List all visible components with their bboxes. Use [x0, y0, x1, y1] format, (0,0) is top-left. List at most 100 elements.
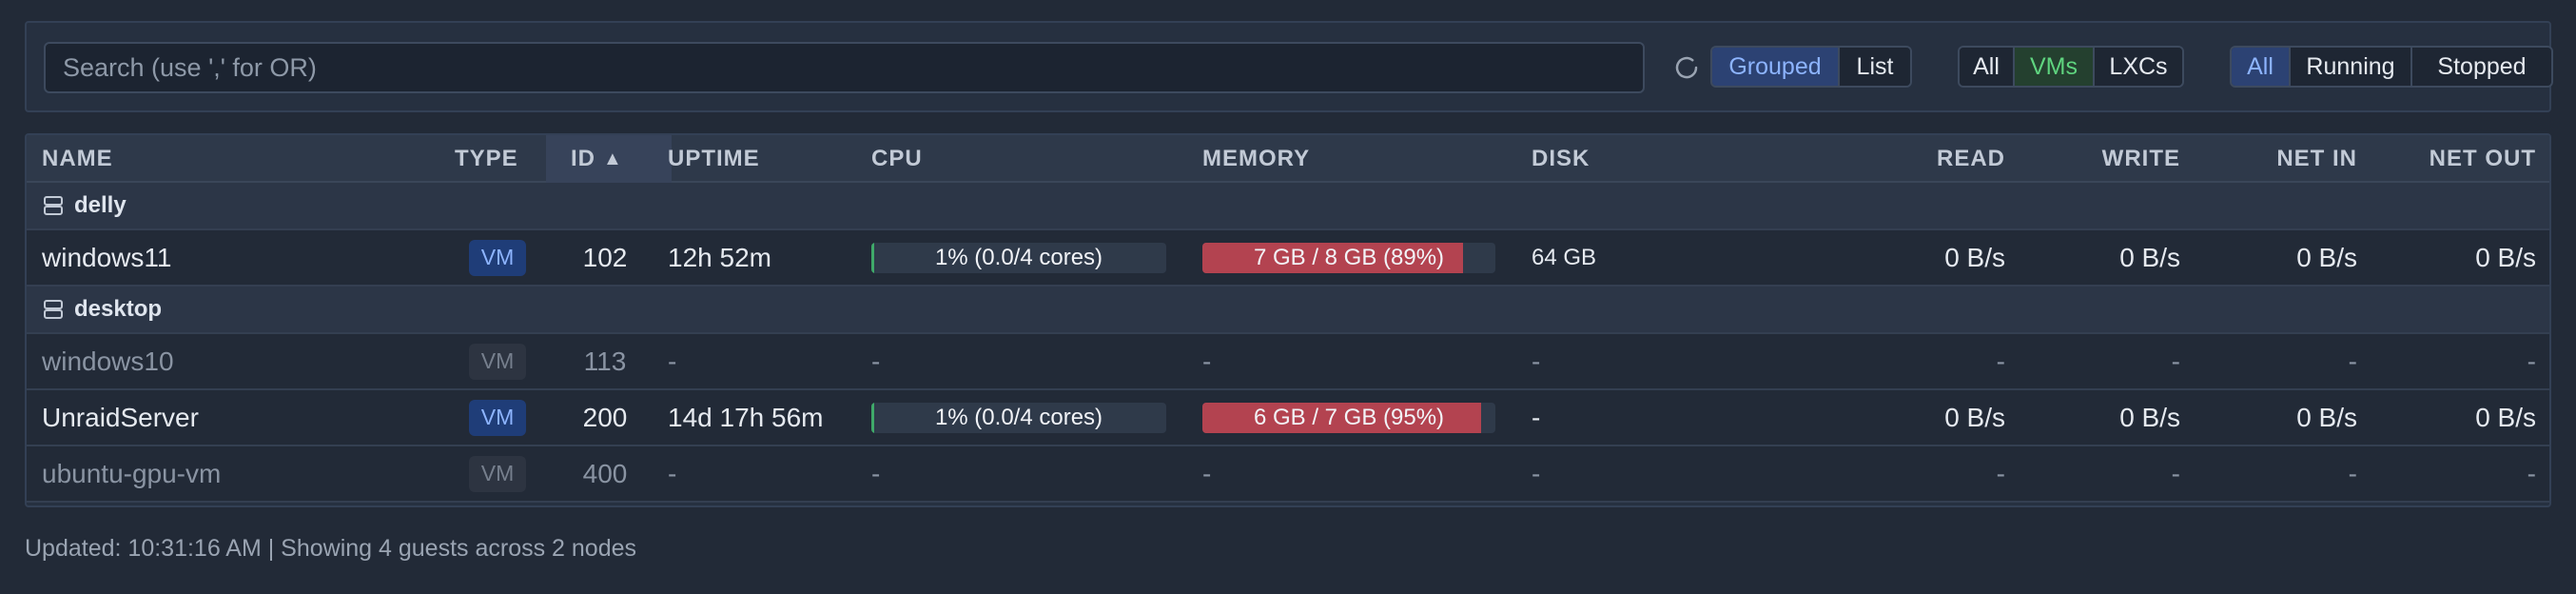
table-row[interactable]: windows11 VM 102 12h 52m 1% (0.0/4 cores) 7 G… — [27, 230, 2549, 287]
type-filter-toggle: All VMs LXCs — [1958, 46, 2184, 88]
status-running-button[interactable]: Running — [2291, 48, 2412, 86]
cpu-usage-bar: 1% (0.0/4 cores) — [871, 402, 1166, 433]
disk-usage: 64 GB — [1532, 244, 1597, 270]
guest-type: VM — [455, 230, 540, 285]
guest-uptime: 14d 17h 56m — [668, 402, 824, 432]
disk-write: - — [2171, 346, 2180, 376]
cpu-usage-label: 1% (0.0/4 cores) — [934, 244, 1103, 270]
col-type-header[interactable]: TYPE — [455, 135, 518, 183]
type-badge: VM — [469, 343, 526, 380]
type-vms-button[interactable]: VMs — [2015, 48, 2095, 86]
col-disk-header[interactable]: DISK — [1532, 135, 1590, 183]
guest-uptime: 12h 52m — [668, 242, 771, 272]
server-icon — [44, 196, 63, 215]
disk-usage: - — [1532, 402, 1541, 432]
sort-ascending-icon: ▲ — [603, 148, 623, 169]
guests-table: NAME TYPE ID ▲ UPTIME CPU MEMORY DISK RE… — [25, 133, 2551, 507]
server-icon — [44, 300, 63, 319]
disk-write: - — [2171, 458, 2180, 488]
disk-write: 0 B/s — [2119, 242, 2180, 272]
guests-dashboard: Grouped List All VMs LXCs All Running St… — [0, 0, 2576, 594]
guest-name: UnraidServer — [42, 402, 199, 432]
status-filter-toggle: All Running Stopped — [2230, 46, 2553, 88]
guest-id: 102 — [582, 242, 628, 272]
view-list-button[interactable]: List — [1840, 48, 1910, 86]
table-row[interactable]: ubuntu-gpu-vm VM 400 - - - - - - - - — [27, 446, 2549, 503]
refresh-icon — [1675, 56, 1698, 79]
node-group-row[interactable]: delly — [27, 183, 2549, 230]
status-footer: Updated: 10:31:16 AM | Showing 4 guests … — [25, 535, 637, 562]
node-name: delly — [74, 192, 127, 218]
net-out: 0 B/s — [2475, 402, 2536, 432]
net-in: - — [2348, 346, 2357, 376]
net-in: 0 B/s — [2296, 242, 2357, 272]
col-write-header[interactable]: WRITE — [2015, 135, 2180, 183]
memory-usage: 7 GB / 8 GB (89%) — [1202, 230, 1503, 285]
cpu-usage: 1% (0.0/4 cores) — [871, 390, 1174, 445]
refresh-button[interactable] — [1670, 51, 1703, 84]
col-id-label: ID — [571, 146, 595, 171]
memory-usage-bar: 6 GB / 7 GB (95%) — [1202, 402, 1495, 433]
col-memory-header[interactable]: MEMORY — [1202, 135, 1310, 183]
table-row[interactable]: UnraidServer VM 200 14d 17h 56m 1% (0.0/4 co… — [27, 390, 2549, 446]
type-lxcs-button[interactable]: LXCs — [2095, 48, 2182, 86]
type-badge: VM — [469, 455, 526, 492]
disk-write: 0 B/s — [2119, 402, 2180, 432]
memory-usage: 6 GB / 7 GB (95%) — [1202, 390, 1503, 445]
net-in: - — [2348, 458, 2357, 488]
cpu-usage-bar: 1% (0.0/4 cores) — [871, 242, 1166, 273]
net-out: - — [2527, 458, 2536, 488]
net-in: 0 B/s — [2296, 402, 2357, 432]
disk-read: 0 B/s — [1944, 402, 2005, 432]
guest-uptime: - — [668, 458, 677, 488]
col-uptime-header[interactable]: UPTIME — [668, 135, 760, 183]
disk-usage: - — [1532, 346, 1541, 376]
memory-usage: - — [1202, 458, 1212, 488]
disk-read: - — [1996, 346, 2005, 376]
memory-usage-label: 6 GB / 7 GB (95%) — [1253, 404, 1445, 430]
guest-name: ubuntu-gpu-vm — [42, 458, 222, 488]
cpu-usage-label: 1% (0.0/4 cores) — [934, 404, 1103, 430]
table-header: NAME TYPE ID ▲ UPTIME CPU MEMORY DISK RE… — [27, 135, 2549, 183]
memory-usage-label: 7 GB / 8 GB (89%) — [1253, 244, 1445, 270]
status-stopped-button[interactable]: Stopped — [2412, 48, 2551, 86]
node-group-row[interactable]: desktop — [27, 287, 2549, 334]
guest-name: windows11 — [42, 242, 172, 272]
disk-read: 0 B/s — [1944, 242, 2005, 272]
net-out: - — [2527, 346, 2536, 376]
guest-type: VM — [455, 446, 540, 501]
disk-usage: - — [1532, 458, 1541, 488]
guest-id: 200 — [582, 402, 628, 432]
node-group-label: delly — [42, 183, 127, 228]
type-badge: VM — [469, 239, 526, 276]
guest-name: windows10 — [42, 346, 174, 376]
table-row[interactable]: windows10 VM 113 - - - - - - - - — [27, 334, 2549, 390]
col-name-header[interactable]: NAME — [42, 135, 113, 183]
view-mode-toggle: Grouped List — [1710, 46, 1912, 88]
node-group-label: desktop — [42, 287, 162, 332]
view-grouped-button[interactable]: Grouped — [1712, 48, 1840, 86]
guest-id: 400 — [582, 458, 628, 488]
memory-usage-bar: 7 GB / 8 GB (89%) — [1202, 242, 1495, 273]
status-all-button[interactable]: All — [2232, 48, 2291, 86]
type-all-button[interactable]: All — [1960, 48, 2015, 86]
guest-type: VM — [455, 334, 540, 388]
search-input[interactable] — [44, 42, 1645, 93]
guest-uptime: - — [668, 346, 677, 376]
guest-id: 113 — [583, 346, 627, 376]
col-netin-header[interactable]: NET IN — [2195, 135, 2357, 183]
guest-type: VM — [455, 390, 540, 445]
col-netout-header[interactable]: NET OUT — [2367, 135, 2536, 183]
cpu-usage: - — [871, 458, 881, 488]
memory-usage: - — [1202, 346, 1212, 376]
node-name: desktop — [74, 296, 163, 322]
col-id-header[interactable]: ID ▲ — [571, 135, 623, 183]
type-badge: VM — [469, 399, 526, 436]
col-cpu-header[interactable]: CPU — [871, 135, 923, 183]
disk-read: - — [1996, 458, 2005, 488]
col-read-header[interactable]: READ — [1815, 135, 2005, 183]
net-out: 0 B/s — [2475, 242, 2536, 272]
filter-toolbar: Grouped List All VMs LXCs All Running St… — [25, 21, 2553, 112]
cpu-usage: - — [871, 346, 881, 376]
cpu-usage: 1% (0.0/4 cores) — [871, 230, 1174, 285]
